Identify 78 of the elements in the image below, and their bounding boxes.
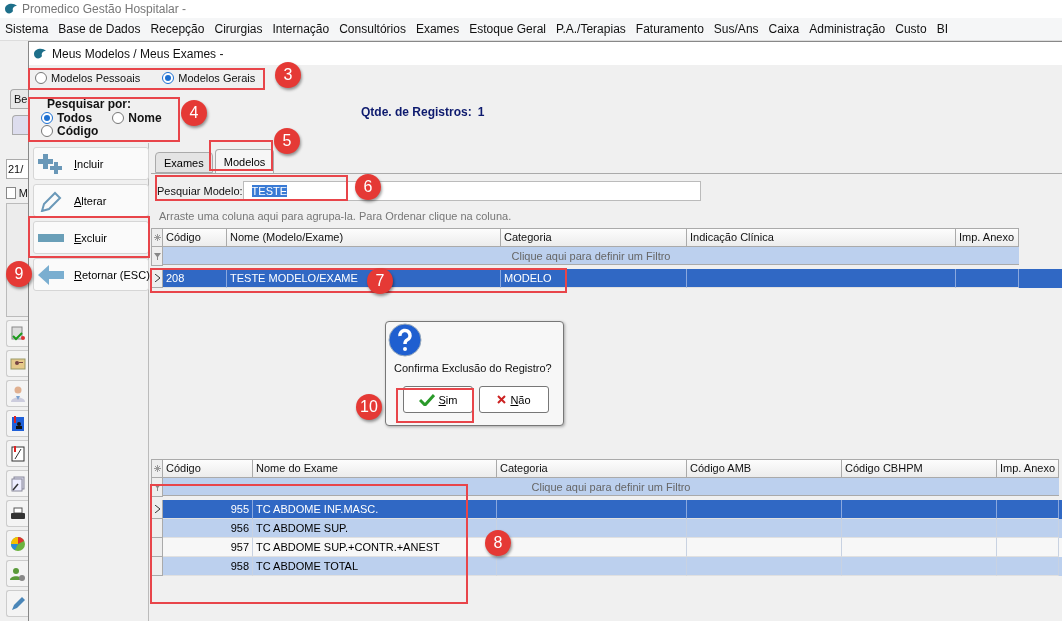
date-field[interactable]: 21/ [6, 159, 28, 179]
menu-item[interactable]: Base de Dados [53, 22, 146, 36]
app-title: Promedico Gestão Hospitalar - [22, 2, 187, 16]
column-header[interactable]: Indicação Clínica [687, 228, 956, 247]
record-count: 1 [477, 105, 485, 121]
column-header[interactable]: Nome do Exame [253, 459, 497, 478]
menu-item[interactable]: P.A./Terapias [551, 22, 631, 36]
pie-chart-icon [8, 534, 27, 553]
field-label: Pesquiar Modelo: [157, 185, 243, 197]
radio-option[interactable]: Modelos Pessoais [35, 71, 141, 84]
column-header[interactable]: Código [163, 228, 227, 247]
row-pointer-icon [154, 505, 160, 513]
check-icon [418, 393, 435, 406]
menu-item[interactable]: Estoque Geral [464, 22, 551, 36]
tab[interactable]: Exames [155, 152, 213, 173]
column-header[interactable]: Imp. Anexo [956, 228, 1019, 247]
dialog-button[interactable]: Sim [403, 386, 473, 413]
radio-option[interactable]: Código [41, 124, 99, 137]
asterisk-icon [153, 465, 161, 472]
radio-option[interactable]: Todos [41, 111, 93, 124]
group-hint: Arraste uma coluna aqui para agrupa-la. Para Ordenar clique na coluna. [159, 210, 513, 222]
dialog-message: Confirma Exclusão do Registro? [394, 362, 553, 374]
column-header[interactable]: Nome (Modelo/Exame) [227, 228, 501, 247]
close-icon [497, 395, 507, 404]
menu-item[interactable]: Internação [267, 22, 335, 36]
menu-item[interactable]: Exames [410, 22, 465, 36]
table-row[interactable]: 958 TC ABDOME TOTAL [151, 557, 1062, 576]
documents-icon [8, 474, 27, 493]
app-logo-icon [4, 2, 18, 16]
column-header[interactable]: Categoria [501, 228, 687, 247]
checkbox-label: M [18, 187, 28, 199]
menu-item[interactable]: Recepção [145, 22, 210, 36]
menu-item[interactable]: BI [931, 22, 953, 36]
dialog-button[interactable]: Não [479, 386, 549, 413]
arrow-left-icon [38, 263, 64, 286]
notebook-icon [8, 444, 27, 463]
radio-option[interactable]: Modelos Gerais [162, 71, 256, 84]
checkbox[interactable] [6, 187, 16, 199]
menu-item[interactable]: Sus/Ans [708, 22, 764, 36]
menu-item[interactable]: Sistema [0, 22, 54, 36]
pencil-icon [38, 189, 64, 212]
menu-item[interactable]: Faturamento [630, 22, 709, 36]
minus-icon [38, 232, 64, 243]
table-cell: TC ABDOME TOTAL [253, 557, 497, 576]
group-label: Pesquisar por: [46, 98, 132, 110]
toolbar-button[interactable] [6, 410, 28, 437]
table-row[interactable]: 955 TC ABDOME INF.MASC. [151, 500, 1062, 519]
column-header[interactable]: Código AMB [687, 459, 842, 478]
table-cell: MODELO [501, 269, 687, 288]
toolbar-button[interactable] [6, 500, 28, 527]
window-title: Meus Modelos / Meus Exames - [52, 46, 224, 61]
app-logo-icon [33, 46, 47, 61]
filter-row[interactable]: Clique aqui para definir um Filtro [163, 478, 1059, 496]
filter-row[interactable]: Clique aqui para definir um Filtro [163, 247, 1019, 265]
column-header[interactable]: Imp. Anexo [997, 459, 1059, 478]
action-button[interactable]: Retornar (ESC) [33, 258, 149, 291]
action-button[interactable]: Incluir [33, 147, 149, 180]
column-header[interactable]: Código CBHPM [842, 459, 997, 478]
row-pointer-icon [154, 274, 160, 282]
menu-item[interactable]: Administração [804, 22, 891, 36]
action-button[interactable]: Alterar [33, 184, 149, 217]
plus-icon [38, 152, 64, 175]
doctor-icon [8, 384, 27, 403]
menu-item[interactable]: Cirurgias [209, 22, 268, 36]
menu-item[interactable]: Caixa [763, 22, 805, 36]
asterisk-icon [153, 234, 161, 241]
column-header[interactable]: Código [163, 459, 253, 478]
radio-option[interactable]: Nome [112, 111, 162, 124]
table-cell: 958 [163, 557, 253, 576]
column-header[interactable]: Categoria [497, 459, 687, 478]
menu-item[interactable]: Consultórios [334, 22, 411, 36]
action-button[interactable]: Excluir [33, 221, 149, 254]
menu-item[interactable]: Custo [890, 22, 932, 36]
record-count-label: Qtde. de Registros: [361, 105, 472, 121]
annotation-box [209, 140, 273, 171]
document-check-icon [8, 324, 27, 343]
tab[interactable]: Be [10, 89, 28, 109]
table-cell: 208 [163, 269, 227, 288]
